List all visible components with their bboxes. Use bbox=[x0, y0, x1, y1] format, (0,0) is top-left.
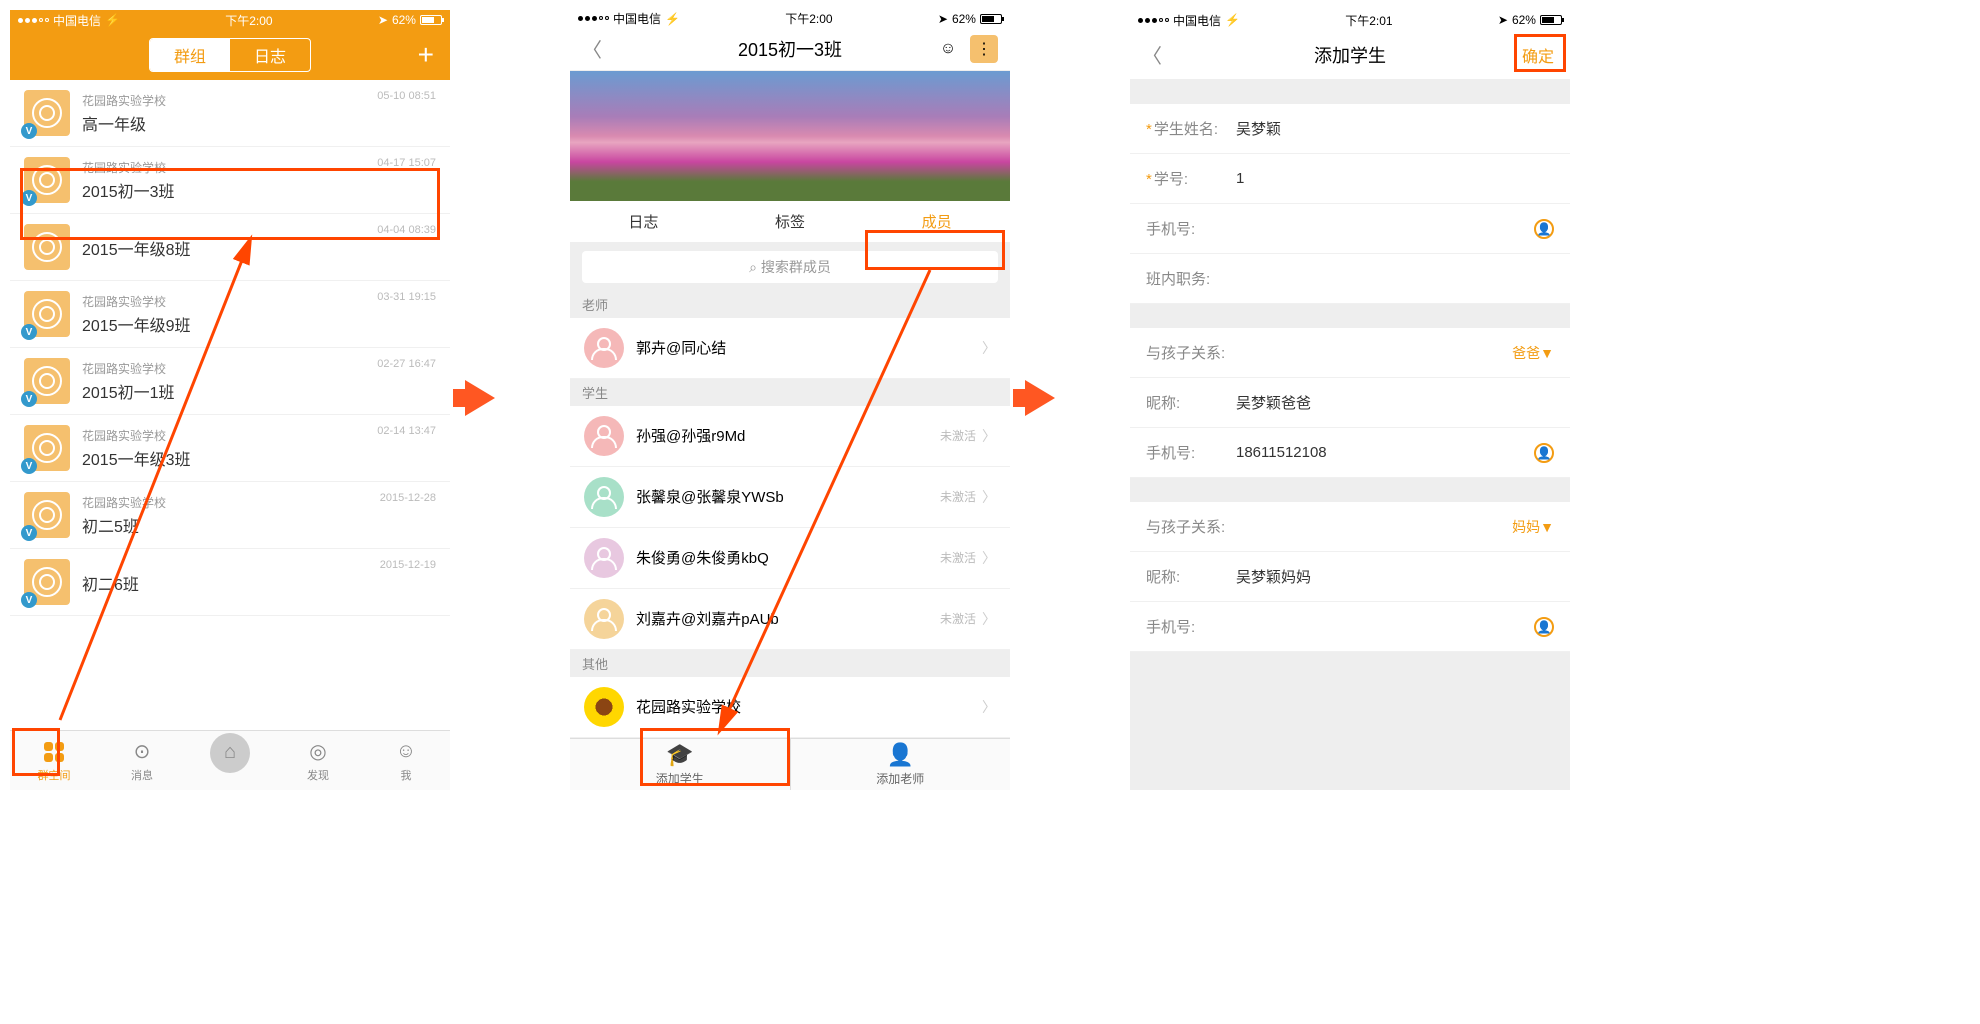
status-bar: 中国电信 ⚡ 下午2:01 ➤ 62% bbox=[1130, 10, 1570, 30]
tab-tag[interactable]: 标签 bbox=[717, 201, 864, 242]
group-item[interactable]: V初二6班2015-12-19 bbox=[10, 549, 450, 616]
group-item[interactable]: V花园路实验学校2015初一3班04-17 15:07 bbox=[10, 147, 450, 214]
header: 〈 2015初一3班 ☺ ⋮ bbox=[570, 27, 1010, 70]
confirm-button[interactable]: 确定 bbox=[1518, 41, 1558, 69]
group-item[interactable]: V花园路实验学校2015一年级9班03-31 19:15 bbox=[10, 281, 450, 348]
form: *学生姓名:吴梦颖 *学号:1 手机号:👤 班内职务: 与孩子关系:爸爸▼ 昵称… bbox=[1130, 80, 1570, 790]
grad-cap-icon: 🎓 bbox=[666, 742, 693, 768]
back-button[interactable]: 〈 bbox=[1142, 40, 1162, 69]
back-button[interactable]: 〈 bbox=[582, 34, 602, 63]
field-name[interactable]: *学生姓名:吴梦颖 bbox=[1130, 104, 1570, 154]
screen-add-student: 中国电信 ⚡ 下午2:01 ➤ 62% 〈 添加学生 确定 *学生姓名:吴梦颖 … bbox=[1130, 10, 1570, 790]
page-title: 添加学生 bbox=[1314, 42, 1386, 68]
group-item[interactable]: V花园路实验学校2015一年级3班02-14 13:47 bbox=[10, 415, 450, 482]
field-nick[interactable]: 昵称:吴梦颖爸爸 bbox=[1130, 378, 1570, 428]
group-item[interactable]: V花园路实验学校初二5班2015-12-28 bbox=[10, 482, 450, 549]
sunflower-icon bbox=[584, 687, 624, 727]
field-nick[interactable]: 昵称:吴梦颖妈妈 bbox=[1130, 552, 1570, 602]
arrow-icon bbox=[1025, 380, 1055, 416]
tab-log[interactable]: 日志 bbox=[570, 201, 717, 242]
tab-member[interactable]: 成员 bbox=[863, 201, 1010, 242]
search-bar: ⌕ 搜索群成员 bbox=[570, 243, 1010, 291]
menu-icon[interactable]: ⋮ bbox=[970, 35, 998, 63]
nav-msg[interactable]: ⊙消息 bbox=[98, 731, 186, 790]
nav-home[interactable]: ⌂ bbox=[186, 731, 274, 790]
nav-me[interactable]: ☺我 bbox=[362, 731, 450, 790]
member-item[interactable]: 花园路实验学校〉 bbox=[570, 677, 1010, 738]
bottom-nav: 🎓添加学生 👤添加老师 bbox=[570, 738, 1010, 790]
contact-icon[interactable]: 👤 bbox=[1534, 617, 1554, 637]
contact-icon[interactable]: 👤 bbox=[1534, 443, 1554, 463]
seg-logs[interactable]: 日志 bbox=[230, 39, 310, 71]
member-item[interactable]: 张馨泉@张馨泉YWSb未激活〉 bbox=[570, 467, 1010, 528]
screen-class-members: 中国电信 ⚡ 下午2:00 ➤ 62% 〈 2015初一3班 ☺ ⋮ 日志 标签… bbox=[570, 10, 1010, 790]
cover-image bbox=[570, 71, 1010, 201]
status-bar: 中国电信 ⚡ 下午2:00 ➤ 62% bbox=[570, 10, 1010, 27]
group-item[interactable]: V花园路实验学校2015初一1班02-27 16:47 bbox=[10, 348, 450, 415]
seg-groups[interactable]: 群组 bbox=[150, 39, 230, 71]
section-header: 老师 bbox=[570, 291, 1010, 318]
section-header: 学生 bbox=[570, 379, 1010, 406]
add-teacher-button[interactable]: 👤添加老师 bbox=[791, 739, 1011, 790]
segment-control[interactable]: 群组 日志 bbox=[149, 38, 311, 72]
field-phone2[interactable]: 手机号:18611512108👤 bbox=[1130, 428, 1570, 478]
member-item[interactable]: 刘嘉卉@刘嘉卉pAUb未激活〉 bbox=[570, 589, 1010, 650]
person-icon: 👤 bbox=[887, 742, 914, 768]
field-duty[interactable]: 班内职务: bbox=[1130, 254, 1570, 304]
member-item[interactable]: 朱俊勇@朱俊勇kbQ未激活〉 bbox=[570, 528, 1010, 589]
arrow-icon bbox=[465, 380, 495, 416]
member-item[interactable]: 孙强@孙强r9Md未激活〉 bbox=[570, 406, 1010, 467]
group-list: V花园路实验学校高一年级05-10 08:51 V花园路实验学校2015初一3班… bbox=[10, 80, 450, 730]
bottom-nav: 群空间 ⊙消息 ⌂ ◎发现 ☺我 bbox=[10, 730, 450, 790]
member-item[interactable]: 郭卉@同心结〉 bbox=[570, 318, 1010, 379]
section-header: 其他 bbox=[570, 650, 1010, 677]
add-button[interactable]: + bbox=[418, 39, 434, 71]
field-phone2[interactable]: 手机号:👤 bbox=[1130, 602, 1570, 652]
chat-icon[interactable]: ☺ bbox=[934, 35, 962, 63]
header: 〈 添加学生 确定 bbox=[1130, 30, 1570, 80]
search-input[interactable]: ⌕ 搜索群成员 bbox=[582, 251, 998, 283]
nav-discover[interactable]: ◎发现 bbox=[274, 731, 362, 790]
field-id[interactable]: *学号:1 bbox=[1130, 154, 1570, 204]
header: 群组 日志 + bbox=[10, 30, 450, 80]
status-bar: 中国电信 ⚡ 下午2:00 ➤ 62% bbox=[10, 10, 450, 30]
field-relation[interactable]: 与孩子关系:爸爸▼ bbox=[1130, 328, 1570, 378]
page-title: 2015初一3班 bbox=[738, 36, 842, 62]
tabs: 日志 标签 成员 bbox=[570, 201, 1010, 243]
screen-group-list: 中国电信 ⚡ 下午2:00 ➤ 62% 群组 日志 + V花园路实验学校高一年级… bbox=[10, 10, 450, 790]
contact-icon[interactable]: 👤 bbox=[1534, 219, 1554, 239]
add-student-button[interactable]: 🎓添加学生 bbox=[570, 739, 791, 790]
field-relation[interactable]: 与孩子关系:妈妈▼ bbox=[1130, 502, 1570, 552]
group-item[interactable]: V花园路实验学校高一年级05-10 08:51 bbox=[10, 80, 450, 147]
field-phone[interactable]: 手机号:👤 bbox=[1130, 204, 1570, 254]
group-item[interactable]: 2015一年级8班04-04 08:39 bbox=[10, 214, 450, 281]
nav-space[interactable]: 群空间 bbox=[10, 731, 98, 790]
